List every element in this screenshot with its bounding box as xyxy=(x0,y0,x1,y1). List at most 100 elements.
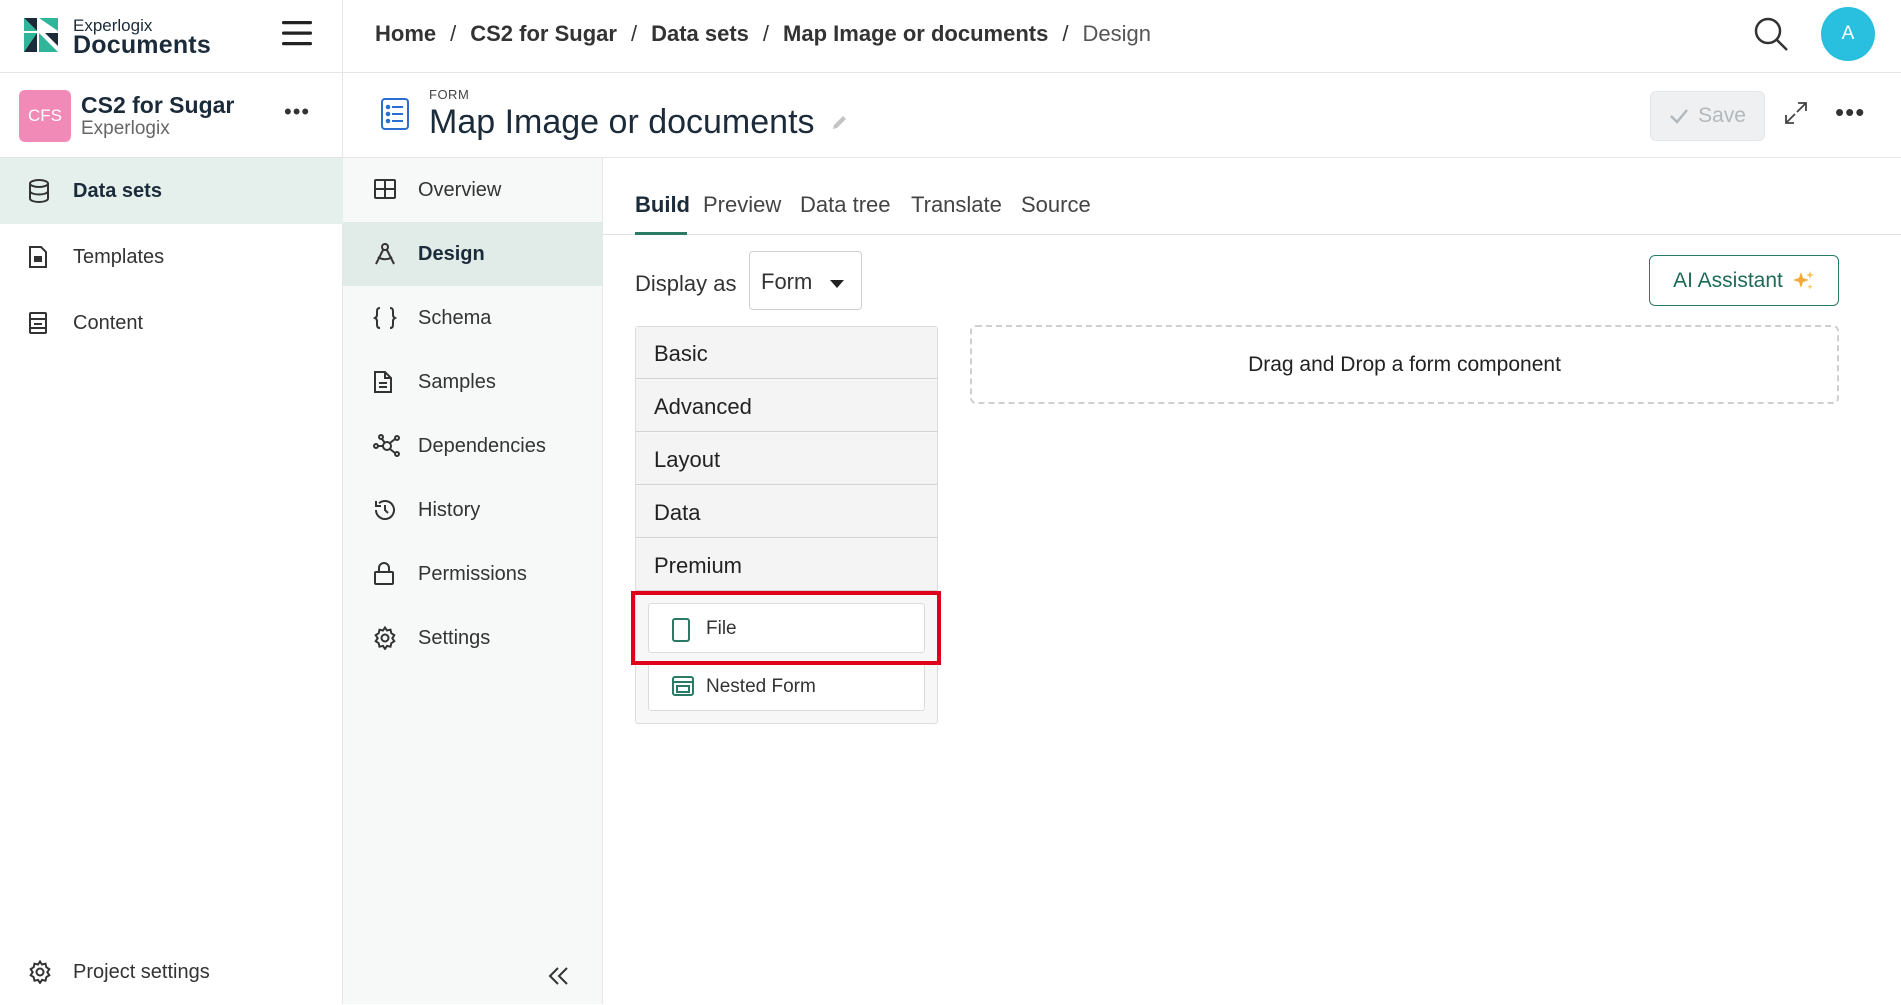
braces-icon xyxy=(373,306,397,330)
dropzone-text: Drag and Drop a form component xyxy=(1248,352,1561,376)
project-more-icon[interactable]: ••• xyxy=(284,99,310,125)
breadcrumb-form[interactable]: Map Image or documents xyxy=(783,21,1048,46)
palette-group-advanced[interactable]: Advanced xyxy=(636,380,937,432)
breadcrumb-separator: / xyxy=(1062,21,1069,46)
sparkles-icon xyxy=(1791,269,1815,293)
subnav-item-label: Samples xyxy=(418,370,496,393)
breadcrumb-home[interactable]: Home xyxy=(375,21,436,46)
palette-group-label: Layout xyxy=(654,447,721,472)
sidebar: Experlogix Documents CFS CS2 for Sugar E… xyxy=(0,0,343,1004)
gear-icon xyxy=(373,626,397,650)
breadcrumb-current: Design xyxy=(1082,21,1151,46)
subnav-item-schema[interactable]: Schema xyxy=(343,286,603,350)
palette-group-data[interactable]: Data xyxy=(636,486,937,538)
palette-group-premium[interactable]: Premium xyxy=(636,539,937,591)
palette-group-basic[interactable]: Basic xyxy=(636,327,937,379)
subnav-item-settings[interactable]: Settings xyxy=(343,606,603,670)
tab-preview[interactable]: Preview xyxy=(703,192,781,218)
sidebar-item-data-sets[interactable]: Data sets xyxy=(0,158,343,224)
subnav-item-label: Dependencies xyxy=(418,434,546,457)
hamburger-menu-icon[interactable] xyxy=(282,20,312,46)
template-icon xyxy=(28,245,48,269)
ai-assistant-button[interactable]: AI Assistant xyxy=(1649,255,1839,306)
breadcrumb-data-sets[interactable]: Data sets xyxy=(651,21,749,46)
collapse-double-chevron-icon[interactable] xyxy=(547,966,569,986)
form-header: FORM Map Image or documents Save ••• xyxy=(343,73,1901,158)
display-as-select[interactable]: Form xyxy=(749,251,862,310)
form-list-icon xyxy=(380,97,410,131)
tab-data-tree[interactable]: Data tree xyxy=(800,192,891,218)
subnav-item-dependencies[interactable]: Dependencies xyxy=(343,414,603,478)
breadcrumb-separator: / xyxy=(630,21,638,46)
tab-build[interactable]: Build xyxy=(635,192,690,218)
subnav-item-permissions[interactable]: Permissions xyxy=(343,542,603,606)
component-palette: Basic Advanced Layout Data Premium File … xyxy=(635,326,938,724)
subnav-item-label: History xyxy=(418,498,481,521)
component-file[interactable]: File xyxy=(648,603,925,653)
sidebar-item-templates[interactable]: Templates xyxy=(0,224,343,290)
top-bar: Home / CS2 for Sugar / Data sets / Map Image o… xyxy=(343,0,1901,73)
nested-form-icon xyxy=(671,675,695,697)
save-button[interactable]: Save xyxy=(1650,91,1765,141)
project-org: Experlogix xyxy=(81,118,170,139)
form-dropzone[interactable]: Drag and Drop a form component xyxy=(970,325,1839,404)
expand-icon[interactable] xyxy=(1783,100,1809,126)
sidebar-item-label: Content xyxy=(73,311,144,334)
component-label: File xyxy=(706,618,737,639)
form-kicker: FORM xyxy=(429,87,470,102)
database-icon xyxy=(28,179,50,203)
pencil-icon[interactable] xyxy=(831,113,849,131)
breadcrumb-project[interactable]: CS2 for Sugar xyxy=(470,21,617,46)
caret-down-icon xyxy=(830,280,844,288)
tab-bar: Build Preview Data tree Translate Source xyxy=(603,158,1901,235)
breadcrumb-separator: / xyxy=(450,21,457,46)
subnav-item-overview[interactable]: Overview xyxy=(343,158,603,222)
brand-header: Experlogix Documents xyxy=(0,0,343,73)
sidebar-item-content[interactable]: Content xyxy=(0,290,343,356)
tab-translate[interactable]: Translate xyxy=(911,192,1002,218)
project-badge: CFS xyxy=(19,90,71,142)
design-icon xyxy=(373,242,397,266)
display-as-label: Display as xyxy=(635,271,737,296)
subnav-item-label: Settings xyxy=(418,626,491,649)
gear-icon xyxy=(28,960,52,984)
history-icon xyxy=(373,498,397,522)
subnav-item-history[interactable]: History xyxy=(343,478,603,542)
subnav-item-label: Overview xyxy=(418,178,502,201)
active-tab-indicator xyxy=(635,232,687,235)
search-icon[interactable] xyxy=(1753,16,1789,52)
sidebar-item-label: Data sets xyxy=(73,179,162,202)
subnav-item-samples[interactable]: Samples xyxy=(343,350,603,414)
component-nested-form[interactable]: Nested Form xyxy=(648,661,925,711)
subnav-item-design[interactable]: Design xyxy=(343,222,603,286)
user-avatar[interactable]: A xyxy=(1821,7,1875,61)
component-label: Nested Form xyxy=(706,676,816,697)
more-options-icon[interactable]: ••• xyxy=(1835,97,1865,128)
experlogix-logo-icon[interactable] xyxy=(24,18,58,52)
page-title: Map Image or documents xyxy=(429,103,815,141)
sidebar-item-label: Project settings xyxy=(73,960,210,983)
document-icon xyxy=(373,370,393,394)
breadcrumb: Home / CS2 for Sugar / Data sets / Map Image o… xyxy=(375,21,1151,47)
display-as-value: Form xyxy=(761,269,813,294)
grid-icon xyxy=(373,178,397,200)
palette-group-label: Data xyxy=(654,500,701,525)
sidebar-item-project-settings[interactable]: Project settings xyxy=(0,939,343,1005)
checkmark-icon xyxy=(1669,108,1689,124)
lock-icon xyxy=(373,562,395,586)
project-switcher[interactable]: CFS CS2 for Sugar Experlogix ••• xyxy=(0,73,343,158)
design-subnav: Overview Design Schema Samples Dependenc… xyxy=(343,158,603,1004)
subnav-item-label: Design xyxy=(418,242,485,265)
palette-group-label: Premium xyxy=(654,553,743,578)
project-name: CS2 for Sugar xyxy=(81,92,235,118)
network-icon xyxy=(373,434,401,458)
file-icon xyxy=(671,617,691,643)
subnav-item-label: Permissions xyxy=(418,562,527,585)
ai-assistant-label: AI Assistant xyxy=(1673,268,1783,292)
subnav-item-label: Schema xyxy=(418,306,492,329)
content-icon xyxy=(28,311,48,335)
palette-group-label: Basic xyxy=(654,341,708,366)
brand-product: Documents xyxy=(73,31,211,59)
palette-group-layout[interactable]: Layout xyxy=(636,433,937,485)
tab-source[interactable]: Source xyxy=(1021,192,1091,218)
